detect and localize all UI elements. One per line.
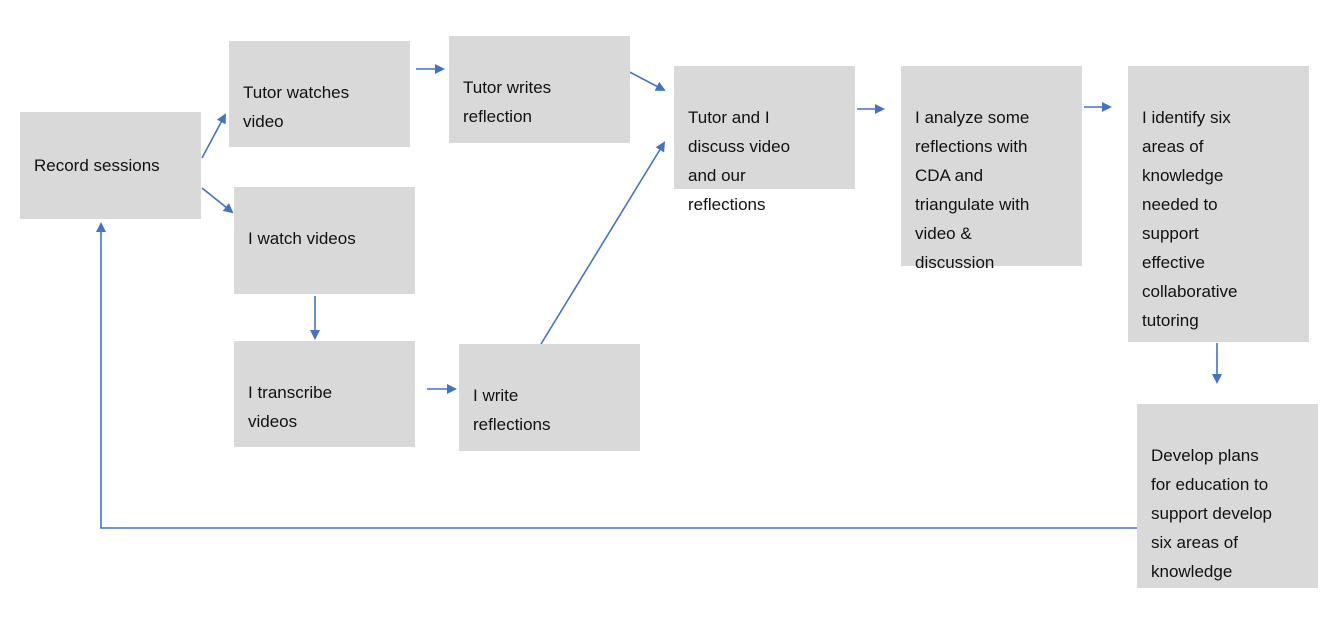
node-i-write-reflections: I write reflections: [459, 344, 640, 451]
node-label: I analyze some reflections with CDA and …: [915, 108, 1030, 272]
node-label: I identify six areas of knowledge needed…: [1142, 108, 1238, 330]
node-label: I transcribe videos: [248, 383, 333, 431]
arrow-record-to-tutor-watch: [201, 113, 226, 159]
node-record-sessions: Record sessions: [20, 112, 201, 219]
node-label: Tutor watches video: [243, 83, 350, 131]
node-tutor-writes-reflection: Tutor writes reflection: [449, 36, 630, 143]
node-label: Record sessions: [34, 156, 160, 175]
node-i-identify-six-areas: I identify six areas of knowledge needed…: [1128, 66, 1309, 342]
node-tutor-and-i-discuss: Tutor and I discuss video and our reflec…: [674, 66, 855, 214]
node-tutor-watches-video: Tutor watches video: [229, 41, 410, 147]
node-label: Tutor writes reflection: [463, 78, 552, 126]
arrow-record-to-i-watch: [201, 187, 234, 214]
node-i-analyze-reflections: I analyze some reflections with CDA and …: [901, 66, 1082, 272]
node-label: I watch videos: [248, 229, 356, 248]
node-i-watch-videos: I watch videos: [234, 187, 415, 294]
node-label: Tutor and I discuss video and our reflec…: [688, 108, 791, 214]
arrow-i-write-to-discuss: [540, 141, 666, 345]
node-develop-plans: Develop plans for education to support d…: [1137, 404, 1318, 588]
process-flow-diagram: Record sessions Tutor watches video Tuto…: [0, 0, 1338, 618]
node-label: I write reflections: [473, 386, 551, 434]
node-i-transcribe-videos: I transcribe videos: [234, 341, 415, 447]
node-label: Develop plans for education to support d…: [1151, 446, 1272, 581]
